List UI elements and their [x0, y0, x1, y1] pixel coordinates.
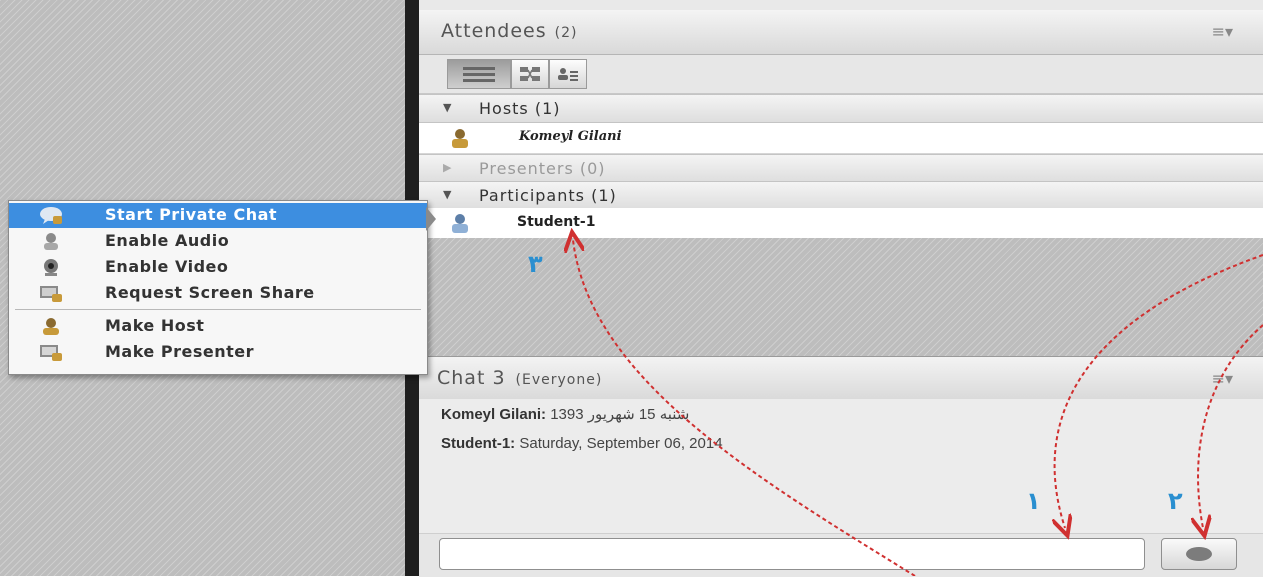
webcam-icon — [44, 259, 58, 276]
menu-item-label: Request Screen Share — [105, 283, 315, 302]
presenter-icon — [40, 345, 62, 361]
context-menu-pointer — [426, 207, 436, 231]
menu-item-label: Make Host — [105, 316, 205, 335]
annotation-label: ۲ — [1168, 487, 1183, 515]
menu-item-label: Enable Audio — [105, 231, 230, 250]
participant-icon — [452, 214, 468, 233]
participant-row[interactable]: Student-1 — [419, 208, 1263, 239]
menu-item-make-host[interactable]: Make Host — [9, 314, 427, 339]
participants-group-header[interactable]: ▼ Participants (1) — [419, 181, 1263, 210]
host-icon — [43, 318, 59, 335]
microphone-icon — [44, 233, 58, 250]
attendees-title-text: Attendees — [441, 20, 547, 42]
participant-name: Student-1 — [517, 214, 596, 230]
speech-bubble-icon — [1186, 547, 1212, 561]
attendees-count: (2) — [554, 25, 578, 41]
annotation-label: ۳ — [528, 250, 543, 278]
attendees-title: Attendees (2) — [441, 20, 577, 42]
menu-item-label: Start Private Chat — [105, 205, 278, 224]
grid-view-icon[interactable] — [511, 59, 549, 89]
send-message-button[interactable] — [1161, 538, 1237, 570]
message-text: 1393 شنبه 15 شهریور — [550, 406, 690, 423]
attendee-view-toolbar — [419, 55, 1263, 94]
menu-item-enable-video[interactable]: Enable Video — [9, 255, 427, 280]
menu-item-start-private-chat[interactable]: Start Private Chat — [9, 203, 427, 228]
attendees-pod-header: Attendees (2) ≡▾ — [419, 10, 1263, 55]
message-sender: Komeyl Gilani: — [441, 406, 547, 423]
host-icon — [452, 129, 468, 148]
presenters-group-header[interactable]: ▶ Presenters (0) — [419, 154, 1263, 183]
hosts-group-label: Hosts (1) — [479, 99, 561, 118]
chat-input-bar — [419, 533, 1263, 577]
chat-bubble-icon — [40, 207, 62, 224]
chat-message-input[interactable] — [439, 538, 1145, 570]
menu-item-label: Make Presenter — [105, 342, 254, 361]
hosts-group-header[interactable]: ▼ Hosts (1) — [419, 94, 1263, 123]
list-view-icon[interactable] — [447, 59, 511, 89]
menu-item-make-presenter[interactable]: Make Presenter — [9, 340, 427, 365]
menu-separator — [15, 309, 421, 310]
chat-title: Chat 3 (Everyone) — [437, 367, 602, 389]
menu-item-enable-audio[interactable]: Enable Audio — [9, 229, 427, 254]
user-list-view-icon[interactable] — [549, 59, 587, 89]
attendee-context-menu: Start Private Chat Enable Audio Enable V… — [8, 200, 428, 375]
screen-share-icon — [40, 286, 62, 302]
chat-message: Student-1: Saturday, September 06, 2014 — [441, 435, 723, 452]
menu-item-label: Enable Video — [105, 257, 229, 276]
expand-triangle-icon: ▼ — [443, 101, 453, 114]
attendee-list-empty-area — [419, 238, 1263, 356]
collapse-triangle-icon: ▶ — [443, 161, 453, 174]
host-row[interactable]: Komeyl Gilani — [419, 123, 1263, 154]
chat-pod-header: Chat 3 (Everyone) ≡▾ — [419, 356, 1263, 400]
chat-message-area: Komeyl Gilani: 1393 شنبه 15 شهریور Stude… — [419, 399, 1263, 533]
annotation-label: ۱ — [1026, 487, 1041, 515]
chat-menu-icon[interactable]: ≡▾ — [1212, 369, 1233, 388]
expand-triangle-icon: ▼ — [443, 188, 453, 201]
chat-scope: (Everyone) — [515, 372, 603, 388]
presenters-group-label: Presenters (0) — [479, 159, 606, 178]
host-name: Komeyl Gilani — [519, 129, 622, 144]
list-menu-icon[interactable]: ≡▾ — [1212, 22, 1233, 41]
chat-title-text: Chat 3 — [437, 367, 506, 389]
message-text: Saturday, September 06, 2014 — [519, 435, 723, 452]
chat-message: Komeyl Gilani: 1393 شنبه 15 شهریور — [441, 405, 689, 423]
message-sender: Student-1: — [441, 435, 516, 452]
right-panel: Attendees (2) ≡▾ ▼ Hosts (1) Komeyl Gilan… — [419, 0, 1263, 577]
participants-group-label: Participants (1) — [479, 186, 617, 205]
menu-item-request-screen-share[interactable]: Request Screen Share — [9, 281, 427, 306]
